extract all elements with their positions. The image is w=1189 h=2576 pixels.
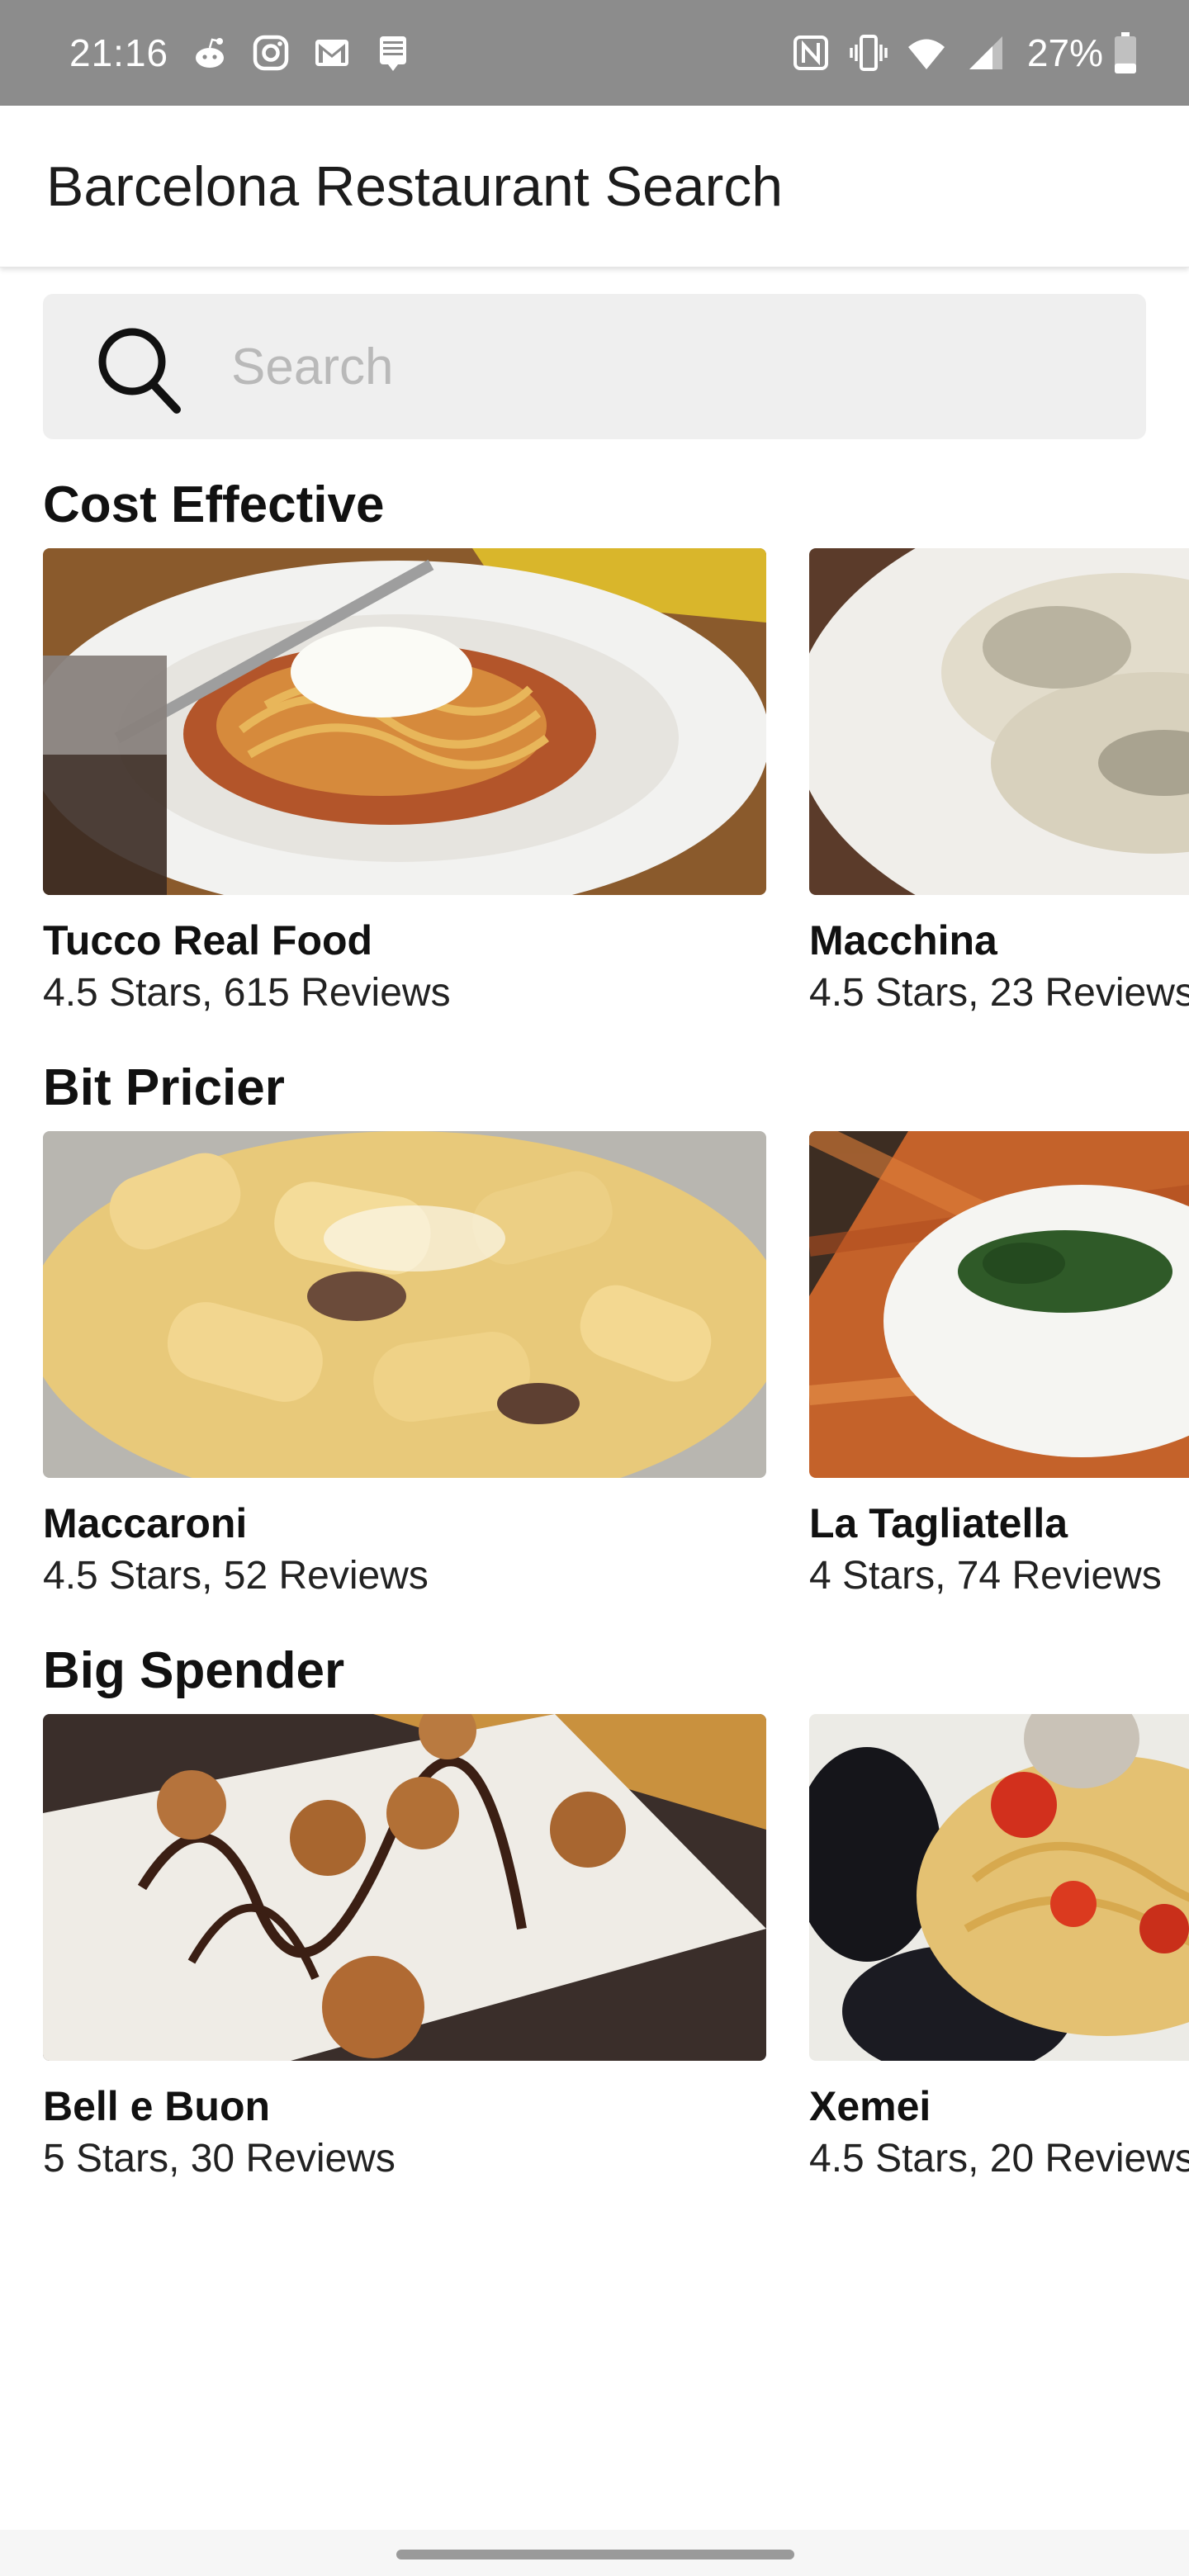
restaurant-name: Maccaroni <box>43 1500 248 1546</box>
battery-percent: 27% <box>1026 31 1103 74</box>
restaurant-rating: 4.5 Stars, 23 Reviews <box>809 971 1189 1015</box>
restaurant-name: Xemei <box>809 2083 931 2129</box>
restaurant-card[interactable]: Bell e Buon 5 Stars, 30 Reviews <box>43 1714 766 2185</box>
restaurant-card[interactable]: Tucco Real Food 4.5 Stars, 615 Reviews <box>43 548 766 1019</box>
rigatoni-image <box>43 1131 766 1478</box>
nfc-icon <box>793 36 828 70</box>
status-bar: 21:16 27% <box>0 0 1189 106</box>
restaurant-name: Macchina <box>809 917 997 964</box>
app-bar: Barcelona Restaurant Search <box>0 106 1189 268</box>
section-title: Cost Effective <box>43 476 385 533</box>
signal-icon <box>969 36 1002 69</box>
restaurant-card[interactable]: La Tagliatella 4 Stars, 74 Reviews <box>809 1131 1189 1602</box>
restaurant-rating: 5 Stars, 30 Reviews <box>43 2137 396 2181</box>
vibrate-icon <box>850 35 888 71</box>
section-title: Big Spender <box>43 1642 345 1699</box>
gesture-nav-handle[interactable] <box>396 2550 794 2559</box>
status-left: 21:16 <box>69 28 413 78</box>
restaurant-name: Tucco Real Food <box>43 917 373 964</box>
wifi-icon <box>907 39 945 69</box>
restaurant-name: Bell e Buon <box>43 2083 271 2129</box>
ravioli-image <box>809 548 1189 895</box>
status-time: 21:16 <box>69 31 169 74</box>
restaurant-rating: 4 Stars, 74 Reviews <box>809 1554 1162 1598</box>
page-title: Barcelona Restaurant Search <box>46 155 784 218</box>
restaurant-rating: 4.5 Stars, 615 Reviews <box>43 971 451 1015</box>
section-title: Bit Pricier <box>43 1059 285 1116</box>
restaurant-rating: 4.5 Stars, 20 Reviews <box>809 2137 1189 2181</box>
seafood-pasta-image <box>809 1714 1189 2061</box>
status-right: 27% <box>773 28 1136 78</box>
dessert-image <box>43 1714 766 2061</box>
spaghetti-image <box>43 548 766 895</box>
search-bar[interactable] <box>43 294 1146 439</box>
restaurant-card[interactable]: Macchina 4.5 Stars, 23 Reviews <box>809 548 1189 1019</box>
burrata-pasta-image <box>809 1131 1189 1478</box>
search-icon <box>98 328 181 414</box>
notes-icon <box>380 36 407 71</box>
restaurant-rating: 4.5 Stars, 52 Reviews <box>43 1554 429 1598</box>
reddit-icon <box>196 38 225 68</box>
restaurant-card[interactable]: Xemei 4.5 Stars, 20 Reviews <box>809 1714 1189 2185</box>
instagram-icon <box>253 35 289 71</box>
restaurant-name: La Tagliatella <box>809 1500 1068 1546</box>
gmail-icon <box>315 40 349 66</box>
gesture-nav-area <box>0 2530 1189 2576</box>
search-input[interactable] <box>231 324 1106 410</box>
battery-icon <box>1115 32 1136 73</box>
restaurant-card[interactable]: Maccaroni 4.5 Stars, 52 Reviews <box>43 1131 766 1602</box>
